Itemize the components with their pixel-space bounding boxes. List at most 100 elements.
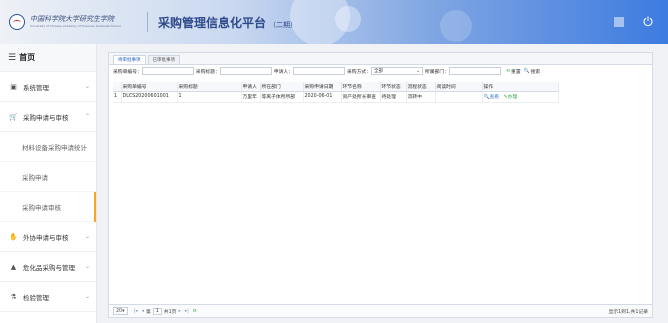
row-number: 1 — [113, 91, 122, 103]
page-size-select[interactable]: 20 ▾ — [113, 307, 128, 315]
handle-label: 办理 — [507, 95, 518, 100]
sidebar-item-label: 危化品采购与管理 — [23, 263, 75, 272]
warning-icon: ▲ — [10, 262, 17, 271]
page-number-input[interactable]: 1 — [152, 307, 162, 315]
power-icon[interactable] — [642, 15, 654, 27]
last-page-icon[interactable]: ▸| — [185, 309, 189, 314]
sidebar-item-inspection[interactable]: ⚗ 检验管理 ⌄ — [0, 282, 96, 312]
sidebar-item-label: 采购申请与审核 — [23, 113, 69, 122]
column-header[interactable]: 所在部门 — [260, 82, 304, 92]
monitor-icon: ▣ — [10, 82, 17, 91]
column-header[interactable]: 流程状态 — [406, 82, 436, 92]
chevron-down-icon: ⌄ — [84, 83, 90, 90]
header-decoration — [335, 6, 361, 32]
sidebar-subitem-review[interactable]: 采购申请审核 — [0, 192, 96, 222]
sidebar-subitem-label: 采购申请 — [22, 173, 48, 182]
purchase-table: 采购单编号 采购标题 申请人 所在部门 采购申请日期 环节名称 环节状态 流程状… — [113, 82, 559, 103]
order-no-label: 采购单编号： — [113, 69, 142, 75]
column-header[interactable]: 环节名称 — [341, 82, 381, 92]
header-decoration — [440, 10, 472, 42]
applicant-cell: 万里年 — [241, 91, 261, 103]
sidebar-subitem-stats[interactable]: 材料设备采购申请统计 — [0, 132, 96, 162]
school-name: 中国科学院大学研究生学院 — [30, 15, 114, 23]
school-logo-icon — [9, 14, 25, 30]
view-action[interactable]: 🔍查看 — [484, 95, 500, 100]
method-select-value: 全部 — [374, 69, 383, 74]
pagination-bar: 20 ▾ |◂ ◂ 第 1 共1页 ▸ ▸| ⟳ 显示1到1,共1记录 — [109, 304, 652, 317]
view-label: 查看 — [489, 95, 500, 100]
chevron-down-icon: ⌄ — [84, 263, 90, 270]
sidebar-item-hazardous[interactable]: ▲ 危化品采购与管理 ⌄ — [0, 252, 96, 282]
handle-action[interactable]: ✎办理 — [504, 95, 518, 100]
reset-button[interactable]: ⟲ 重置 — [506, 68, 521, 75]
sidebar-home-label: 首页 — [19, 53, 36, 62]
step-name-cell: 资产处所长审查 — [341, 91, 381, 103]
page-prefix: 第 — [145, 309, 151, 315]
sidebar-item-label: 外协申请与审核 — [23, 233, 69, 242]
tab-approved[interactable]: 已审批事项 — [147, 55, 180, 64]
chevron-down-icon: ⌄ — [416, 68, 420, 74]
table-header-row: 采购单编号 采购标题 申请人 所在部门 采购申请日期 环节名称 环节状态 流程状… — [113, 82, 559, 92]
applicant-input[interactable] — [293, 67, 345, 75]
sidebar-home[interactable]: ☰ 首页 — [0, 44, 96, 72]
app-header: 中国科学院大学研究生学院 University of Chinese Acade… — [0, 0, 668, 44]
menu-icon[interactable]: ☰ — [8, 53, 16, 63]
platform-phase: （二期） — [269, 21, 298, 29]
dept-input[interactable] — [449, 67, 501, 75]
column-header — [113, 82, 122, 92]
column-header[interactable]: 环节状态 — [380, 82, 407, 92]
first-page-icon[interactable]: |◂ — [134, 309, 138, 314]
title-input[interactable] — [219, 67, 272, 75]
search-label: 搜索 — [530, 69, 541, 75]
order-no-input[interactable] — [141, 67, 194, 75]
sidebar-item-label: 系统管理 — [23, 83, 49, 92]
caret-down-icon: ▾ — [122, 308, 125, 314]
search-icon: 🔍 — [523, 68, 530, 74]
table-row[interactable]: 1 DLCS20200601001 1 万里年 等离子体所所部 2020-06-… — [113, 91, 559, 103]
applicant-label: 申请人： — [273, 69, 293, 75]
chevron-up-icon: ⌃ — [84, 113, 90, 120]
handshake-icon: ✋ — [9, 232, 18, 241]
flask-icon: ⚗ — [10, 292, 17, 301]
column-header[interactable]: 申请人 — [241, 82, 261, 92]
tab-bar: 待审批事项 已审批事项 — [109, 53, 652, 65]
sidebar-item-system[interactable]: ▣ 系统管理 ⌄ — [0, 72, 96, 102]
page-total: 共1页 — [163, 309, 177, 315]
step-status-cell: 待处理 — [380, 91, 407, 103]
reset-label: 重置 — [511, 69, 521, 75]
tab-pending[interactable]: 待审批事项 — [113, 55, 146, 64]
sidebar-item-outsourcing[interactable]: ✋ 外协申请与审核 ⌄ — [0, 222, 96, 252]
date-cell: 2020-06-01 — [303, 91, 342, 103]
method-label: 采购方式： — [347, 69, 371, 75]
method-select[interactable]: 全部 ⌄ — [371, 67, 423, 75]
order-no-cell: DLCS20200601001 — [121, 91, 178, 103]
read-time-cell — [435, 91, 483, 103]
chevron-down-icon: ⌄ — [84, 233, 90, 240]
school-english-name: University of Chinese Academy of Science… — [30, 24, 121, 28]
search-button[interactable]: 🔍 搜索 — [524, 68, 541, 75]
sidebar-item-label: 检验管理 — [23, 293, 49, 302]
dept-label: 所属部门： — [425, 69, 449, 75]
column-header[interactable]: 采购标题 — [177, 82, 242, 92]
prev-page-icon[interactable]: ◂ — [142, 309, 144, 314]
platform-title-text: 采购管理信息化平台 — [158, 16, 267, 30]
chevron-down-icon: ⌄ — [84, 293, 90, 300]
column-header: 操作 — [482, 82, 559, 92]
main-panel: 待审批事项 已审批事项 采购单编号： 采购标题： 申请人： 采购方式： 全部 ⌄… — [108, 52, 653, 318]
sidebar-subitem-apply[interactable]: 采购申请 — [0, 162, 96, 192]
cart-icon: 🛒 — [9, 112, 18, 121]
refresh-icon[interactable]: ⟳ — [193, 309, 197, 314]
sidebar: ☰ 首页 ▣ 系统管理 ⌄ 🛒 采购申请与审核 ⌃ 材料设备采购申请统计 采购申… — [0, 44, 97, 323]
header-divider — [147, 12, 148, 32]
filter-bar: 采购单编号： 采购标题： 申请人： 采购方式： 全部 ⌄ 所属部门： ⟲ 重置 … — [109, 65, 652, 77]
sidebar-item-purchase[interactable]: 🛒 采购申请与审核 ⌃ — [0, 102, 96, 132]
column-header[interactable]: 采购单编号 — [121, 82, 178, 92]
actions-cell: 🔍查看 ✎办理 — [482, 91, 559, 103]
sidebar-subitem-label: 采购申请审核 — [22, 203, 61, 212]
user-avatar[interactable] — [614, 17, 624, 27]
column-header[interactable]: 采购申请日期 — [303, 82, 342, 92]
title-label: 采购标题： — [195, 69, 220, 75]
pagination-info: 显示1到1,共1记录 — [608, 309, 648, 315]
column-header[interactable]: 阅读时间 — [435, 82, 483, 92]
next-page-icon[interactable]: ▸ — [178, 309, 180, 314]
